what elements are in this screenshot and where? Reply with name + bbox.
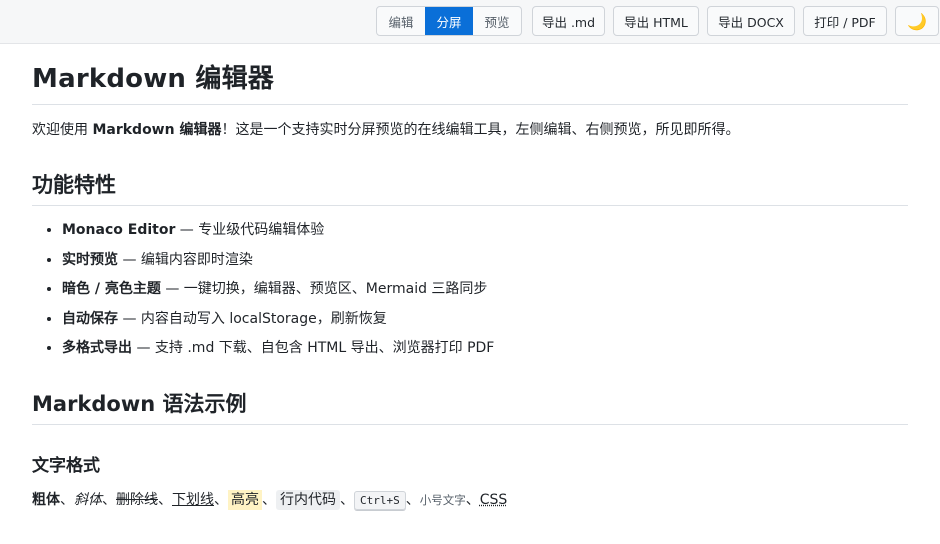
features-list: Monaco Editor — 专业级代码编辑体验 实时预览 — 编辑内容即时渲…: [32, 216, 908, 364]
feature-name: Monaco Editor: [62, 222, 176, 238]
list-item: 多格式导出 — 支持 .md 下载、自包含 HTML 导出、浏览器打印 PDF: [62, 334, 908, 364]
intro-bold: Markdown 编辑器: [92, 122, 222, 138]
intro-paragraph: 欢迎使用 Markdown 编辑器！这是一个支持实时分屏预览的在线编辑工具，左侧…: [32, 119, 908, 141]
small-text: 小号文字: [419, 492, 466, 507]
doc-title: Markdown 编辑器: [32, 62, 908, 105]
highlight-text: 高亮: [228, 489, 262, 510]
feature-desc: — 一键切换，编辑器、预览区、Mermaid 三路同步: [160, 281, 488, 297]
feature-desc: — 专业级代码编辑体验: [175, 222, 325, 238]
separator: 、: [158, 491, 172, 508]
mode-edit-button[interactable]: 编辑: [377, 7, 425, 35]
preview-pane: Markdown 编辑器 欢迎使用 Markdown 编辑器！这是一个支持实时分…: [0, 62, 940, 514]
strike-text: 删除线: [116, 491, 158, 508]
mode-preview-button[interactable]: 预览: [473, 7, 521, 35]
feature-name: 实时预览: [62, 251, 118, 268]
bold-text: 粗体: [32, 491, 60, 508]
theme-toggle-button[interactable]: 🌙: [895, 6, 939, 36]
format-examples: 粗体、斜体、删除线、下划线、 高亮、行内代码、 Ctrl+S 、小号文字、CSS: [32, 487, 908, 514]
abbr-text: CSS: [479, 491, 508, 508]
list-item: 自动保存 — 内容自动写入 localStorage，刷新恢复: [62, 305, 908, 335]
feature-name: 多格式导出: [62, 340, 132, 356]
list-item: Monaco Editor — 专业级代码编辑体验: [62, 216, 908, 246]
separator: 、: [60, 491, 74, 508]
italic-text: 斜体: [74, 491, 102, 508]
toolbar: 编辑 分屏 预览 导出 .md 导出 HTML 导出 DOCX 打印 / PDF…: [0, 0, 940, 44]
features-heading: 功能特性: [32, 171, 908, 206]
list-item: 暗色 / 亮色主题 — 一键切换，编辑器、预览区、Mermaid 三路同步: [62, 275, 908, 305]
moon-icon: 🌙: [907, 11, 927, 31]
separator: 、: [405, 491, 420, 508]
print-pdf-button[interactable]: 打印 / PDF: [803, 6, 887, 36]
kbd-shortcut: Ctrl+S: [354, 490, 406, 510]
export-html-button[interactable]: 导出 HTML: [613, 6, 699, 36]
underline-text: 下划线: [172, 491, 214, 508]
inline-code: 行内代码: [276, 489, 340, 510]
export-md-button[interactable]: 导出 .md: [532, 6, 605, 36]
syntax-heading: Markdown 语法示例: [32, 390, 908, 425]
mode-split-button[interactable]: 分屏: [425, 7, 473, 35]
feature-name: 暗色 / 亮色主题: [62, 281, 161, 297]
text-format-heading: 文字格式: [32, 455, 100, 476]
feature-desc: — 编辑内容即时渲染: [118, 251, 253, 268]
intro-suffix: ！这是一个支持实时分屏预览的在线编辑工具，左侧编辑、右侧预览，所见即所得。: [221, 122, 740, 138]
separator: 、: [262, 491, 276, 508]
intro-prefix: 欢迎使用: [32, 122, 93, 138]
feature-desc: — 内容自动写入 localStorage，刷新恢复: [118, 310, 387, 327]
separator: 、: [102, 491, 116, 508]
separator: 、: [465, 491, 480, 508]
view-mode-switch: 编辑 分屏 预览: [376, 6, 522, 36]
export-docx-button[interactable]: 导出 DOCX: [707, 6, 795, 36]
separator: 、: [214, 491, 228, 508]
feature-name: 自动保存: [62, 310, 118, 327]
list-item: 实时预览 — 编辑内容即时渲染: [62, 246, 908, 276]
separator: 、: [340, 491, 354, 508]
feature-desc: — 支持 .md 下载、自包含 HTML 导出、浏览器打印 PDF: [132, 340, 495, 356]
